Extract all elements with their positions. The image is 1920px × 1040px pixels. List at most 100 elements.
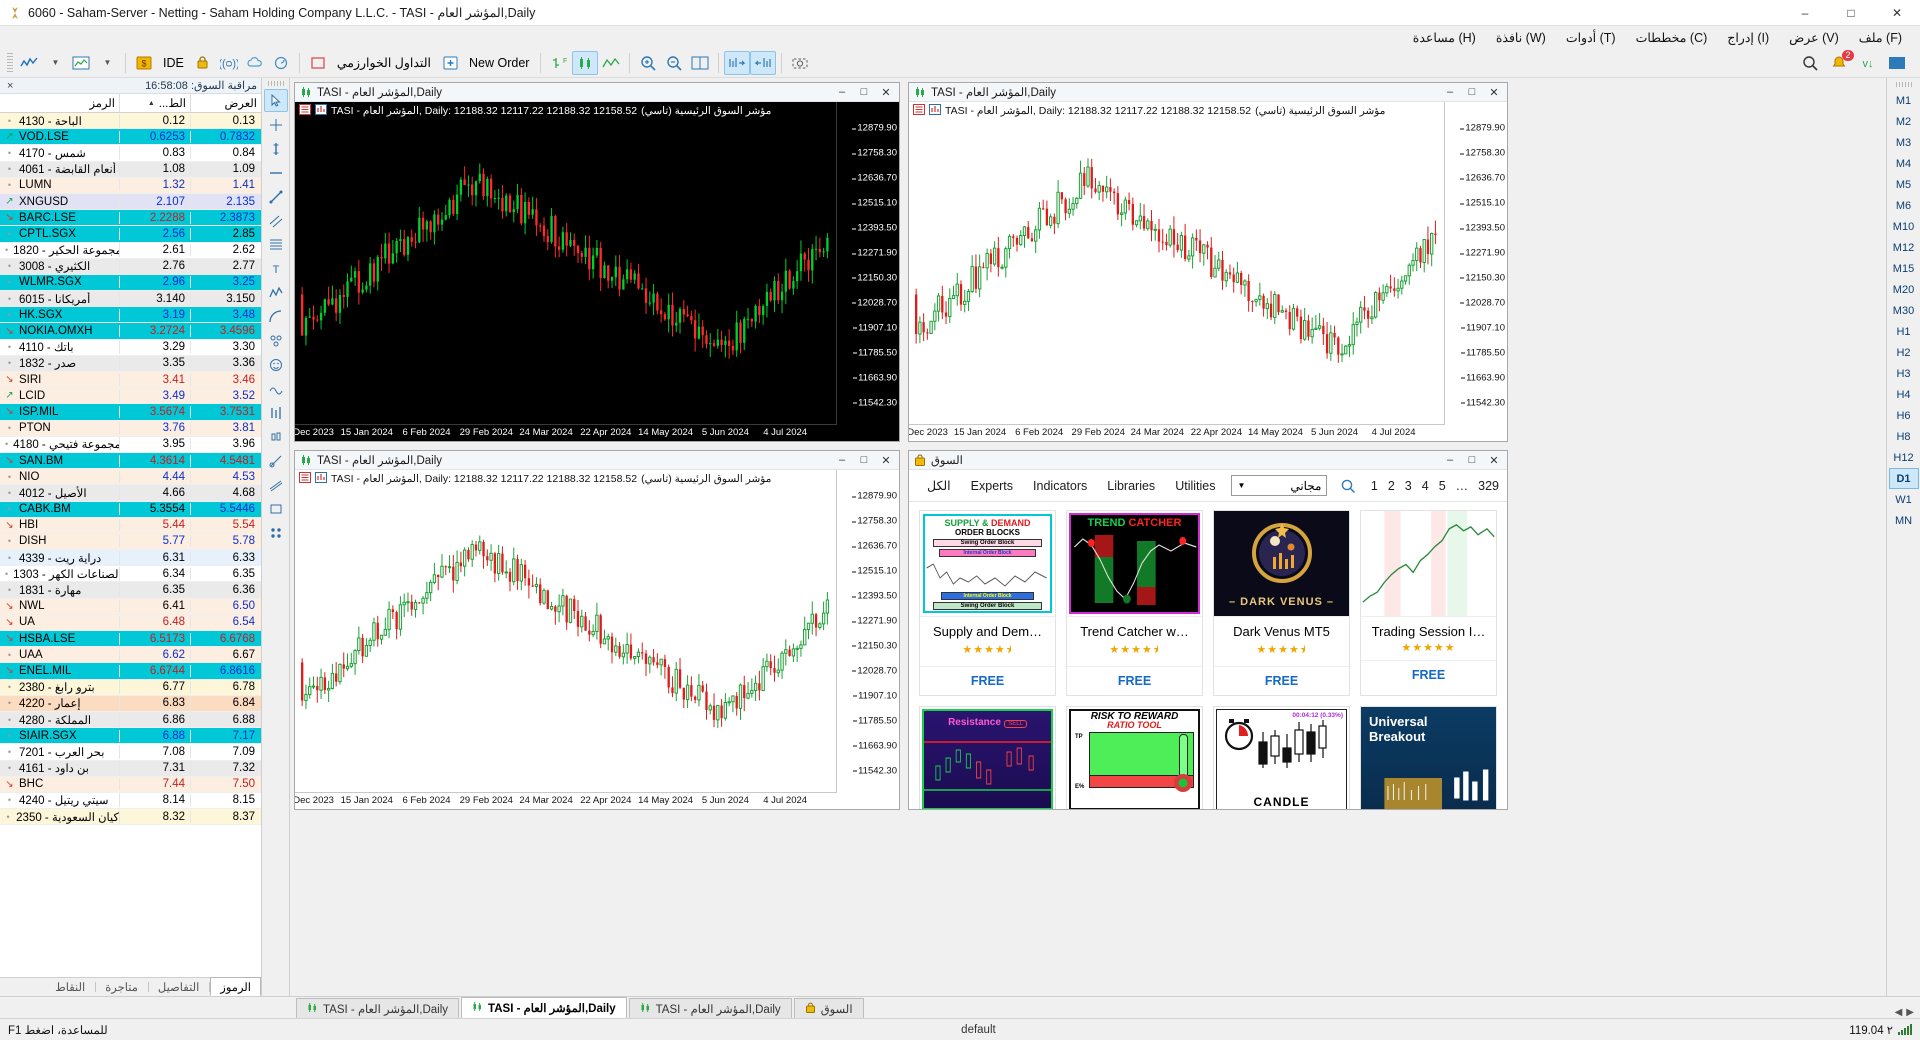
chart-window-titlebar-right[interactable]: TASI - المؤشر العام,Daily – □ ✕ — [909, 83, 1507, 102]
market-watch-row[interactable]: • 1820 - مجموعة الحكير 2.61 2.62 — [0, 242, 261, 259]
market-search-icon[interactable] — [1337, 475, 1359, 497]
market-watch-row[interactable]: ↘ HBI 5.44 5.54 — [0, 517, 261, 534]
market-watch-row[interactable]: ↘ SAN.BM 4.3614 4.5481 — [0, 452, 261, 470]
chart-close-button-bottom[interactable]: ✕ — [875, 452, 897, 469]
chart-window-titlebar-bottom[interactable]: TASI - المؤشر العام,Daily – □ ✕ — [295, 451, 899, 470]
chart-close-button[interactable]: ✕ — [875, 84, 897, 101]
timeframe-bar[interactable]: M1 M2 M3 M4 M5 M6 M10 M12 M15 M20 M30 H1 H2 H3 H4 H6 H8 H… — [1886, 78, 1920, 996]
chart-time-axis-right[interactable]: 24 Dec 2023 15 Jan 2024 6 Feb 2024 29 Feb 2… — [909, 425, 1445, 441]
cursor-icon[interactable] — [263, 89, 288, 112]
chart-window-titlebar[interactable]: TASI - المؤشر العام,Daily – □ ✕ — [295, 83, 899, 102]
page-3[interactable]: 3 — [1405, 479, 1412, 493]
chart-price-axis[interactable]: 12879.90 12758.30 12636.70 12515.10 12393.50… — [837, 102, 899, 425]
channel-icon[interactable] — [264, 473, 288, 496]
market-watch-row[interactable]: ↘ UA 6.48 6.54 — [0, 614, 261, 631]
ide-button[interactable]: IDE — [157, 56, 190, 70]
timeframe-h2[interactable]: H2 — [1889, 342, 1919, 363]
market-watch-row[interactable]: • LUMN 1.32 1.41 — [0, 177, 261, 194]
chart-maximize-button[interactable]: □ — [853, 84, 875, 101]
chart-time-axis-bottom[interactable]: 24 Dec 2023 15 Jan 2024 6 Feb 2024 29 Feb 2… — [295, 793, 837, 809]
market-watch-row[interactable]: • 3008 - الكثيري 2.76 2.77 — [0, 258, 261, 275]
chart-window-bottom-left[interactable]: TASI - المؤشر العام,Daily – □ ✕ TASI - ا… — [294, 450, 900, 810]
timeframe-m5[interactable]: M5 — [1889, 174, 1919, 195]
market-product-grid[interactable]: SUPPLY & DEMAND ORDER BLOCKS Swing Order… — [909, 502, 1507, 809]
timeframe-m30[interactable]: M30 — [1889, 300, 1919, 321]
market-watch-row[interactable]: • PTON 3.76 3.81 — [0, 420, 261, 437]
toolbar-grip[interactable] — [7, 52, 13, 73]
product-price[interactable]: FREE — [1214, 666, 1349, 695]
market-watch-row[interactable]: ↗ XNGUSD 2.107 2.135 — [0, 193, 261, 211]
timeframe-grip[interactable] — [1895, 82, 1912, 87]
chart-minimize-button[interactable]: – — [831, 84, 853, 101]
market-watch-row[interactable]: ↘ ENEL.MIL 6.6744 6.8616 — [0, 663, 261, 680]
market-watch-row[interactable]: • NIO 4.44 4.53 — [0, 469, 261, 486]
market-product-card[interactable]: – DARK VENUS – Dark Venus MT5 ★★★★⯨ FREE — [1213, 510, 1350, 696]
market-watch-row[interactable]: • DISH 5.77 5.78 — [0, 533, 261, 551]
market-tab-utilities[interactable]: Utilities — [1165, 476, 1225, 496]
market-tab-experts[interactable]: Experts — [961, 476, 1023, 496]
market-close-button[interactable]: ✕ — [1483, 452, 1505, 469]
tools-grip[interactable] — [267, 81, 284, 86]
bars-icon[interactable] — [264, 401, 288, 424]
chart-line-dropdown-icon[interactable]: ▼ — [42, 51, 68, 75]
market-watch-row[interactable]: • 4170 - شمس 0.83 0.84 — [0, 145, 261, 162]
market-watch-tab-trading[interactable]: متاجرة — [96, 978, 148, 996]
timeframe-w1[interactable]: W1 — [1889, 489, 1919, 510]
auto-scroll-icon[interactable] — [724, 50, 751, 75]
market-watch-row[interactable]: • 4012 - الأصيل 4.66 4.68 — [0, 485, 261, 502]
market-watch-row[interactable]: • 4240 - سيتي ريتيل 8.14 8.15 — [0, 792, 261, 810]
column-header-bid[interactable]: ▲ ...الط — [120, 94, 191, 112]
market-watch-row[interactable]: ↘ HSBA.LSE 6.5173 6.6768 — [0, 631, 261, 648]
objects-group-icon[interactable] — [264, 329, 288, 352]
market-tab-libraries[interactable]: Libraries — [1097, 476, 1165, 496]
chart-time-axis[interactable]: 24 Dec 2023 15 Jan 2024 6 Feb 2024 29 Feb 2… — [295, 425, 837, 441]
account-icon[interactable]: ᴠ↓ — [1855, 51, 1881, 75]
market-watch-row[interactable]: • CPTL.SGX 2.56 2.85 — [0, 226, 261, 243]
market-watch-row[interactable]: ↗ VOD.LSE 0.6253 0.7832 — [0, 129, 261, 146]
chart-tabs-scroll-controls[interactable]: ◀ ▶ — [1895, 1007, 1920, 1018]
market-maximize-button[interactable]: □ — [1461, 452, 1483, 469]
chart-area-light-bottom[interactable]: TASI - المؤشر العام, Daily: 12188.32 121… — [295, 470, 899, 809]
zoom-out-icon[interactable] — [661, 51, 687, 75]
chart-area-dark[interactable]: TASI - المؤشر العام, Daily: 12188.32 121… — [295, 102, 899, 441]
bottom-tab-chart-2[interactable]: TASI - المؤشر العام,Daily — [628, 998, 792, 1018]
signals-icon[interactable]: ((ᴑ)) — [216, 51, 242, 75]
bar-chart-icon[interactable]: F — [546, 51, 572, 75]
maximize-button[interactable]: □ — [1828, 0, 1874, 26]
market-watch-row[interactable]: ↘ BHC 7.44 7.50 — [0, 776, 261, 793]
market-watch-tab-details[interactable]: التفاصيل — [149, 978, 209, 996]
product-thumbnail[interactable]: 00:04:12 (0.33%) CANDLE — [1214, 707, 1349, 809]
timeframe-m1[interactable]: M1 — [1889, 90, 1919, 111]
equidistant-channel-icon[interactable] — [264, 209, 288, 232]
bottom-tab-market[interactable]: السوق — [793, 998, 864, 1018]
search-icon[interactable] — [1797, 51, 1823, 75]
arc-icon[interactable] — [264, 305, 288, 328]
notifications-icon[interactable]: 2 — [1826, 49, 1854, 75]
market-watch-row[interactable]: • 4280 - المملكة 6.86 6.88 — [0, 711, 261, 729]
timeframe-m15[interactable]: M15 — [1889, 258, 1919, 279]
market-watch-tab-ticks[interactable]: النقاط — [46, 978, 95, 996]
menu-item-tools[interactable]: أدوات (T) — [1556, 28, 1626, 47]
market-minimize-button[interactable]: – — [1439, 452, 1461, 469]
chart-price-axis-bottom[interactable]: 12879.90 12758.30 12636.70 12515.10 12393.50… — [837, 470, 899, 793]
page-4[interactable]: 4 — [1422, 479, 1429, 493]
timeframe-mn[interactable]: MN — [1889, 510, 1919, 531]
bottom-tab-chart-1[interactable]: TASI - المؤشر العام,Daily — [461, 997, 627, 1018]
product-thumbnail[interactable]: Resistance SELL — [920, 707, 1055, 809]
line-chart-icon[interactable] — [598, 51, 624, 75]
market-watch-row[interactable]: • 4339 - دراية ريت 6.31 6.33 — [0, 550, 261, 567]
product-price[interactable]: FREE — [1361, 660, 1496, 689]
market-watch-row[interactable]: • 6015 - أمريكانا 3.140 3.150 — [0, 291, 261, 308]
chart-minimize-button-bottom[interactable]: – — [831, 452, 853, 469]
close-button[interactable]: ✕ — [1874, 0, 1920, 26]
pattern-icon[interactable] — [264, 521, 288, 544]
market-tab-all[interactable]: الكل — [917, 475, 961, 496]
currency-icon[interactable]: $ — [131, 51, 157, 75]
market-product-card[interactable]: RISK TO REWARD RATIO TOOL TP E% — [1066, 706, 1203, 809]
market-window-titlebar[interactable]: السوق – □ ✕ — [909, 451, 1507, 470]
status-connection[interactable]: 119.04 ٢ — [1849, 1023, 1912, 1037]
page-2[interactable]: 2 — [1388, 479, 1395, 493]
market-product-card[interactable]: Universal Breakout — [1360, 706, 1497, 809]
market-watch-row[interactable]: ↘ SIRI 3.41 3.46 — [0, 372, 261, 389]
market-watch-row[interactable]: • HK.SGX 3.19 3.48 — [0, 307, 261, 324]
